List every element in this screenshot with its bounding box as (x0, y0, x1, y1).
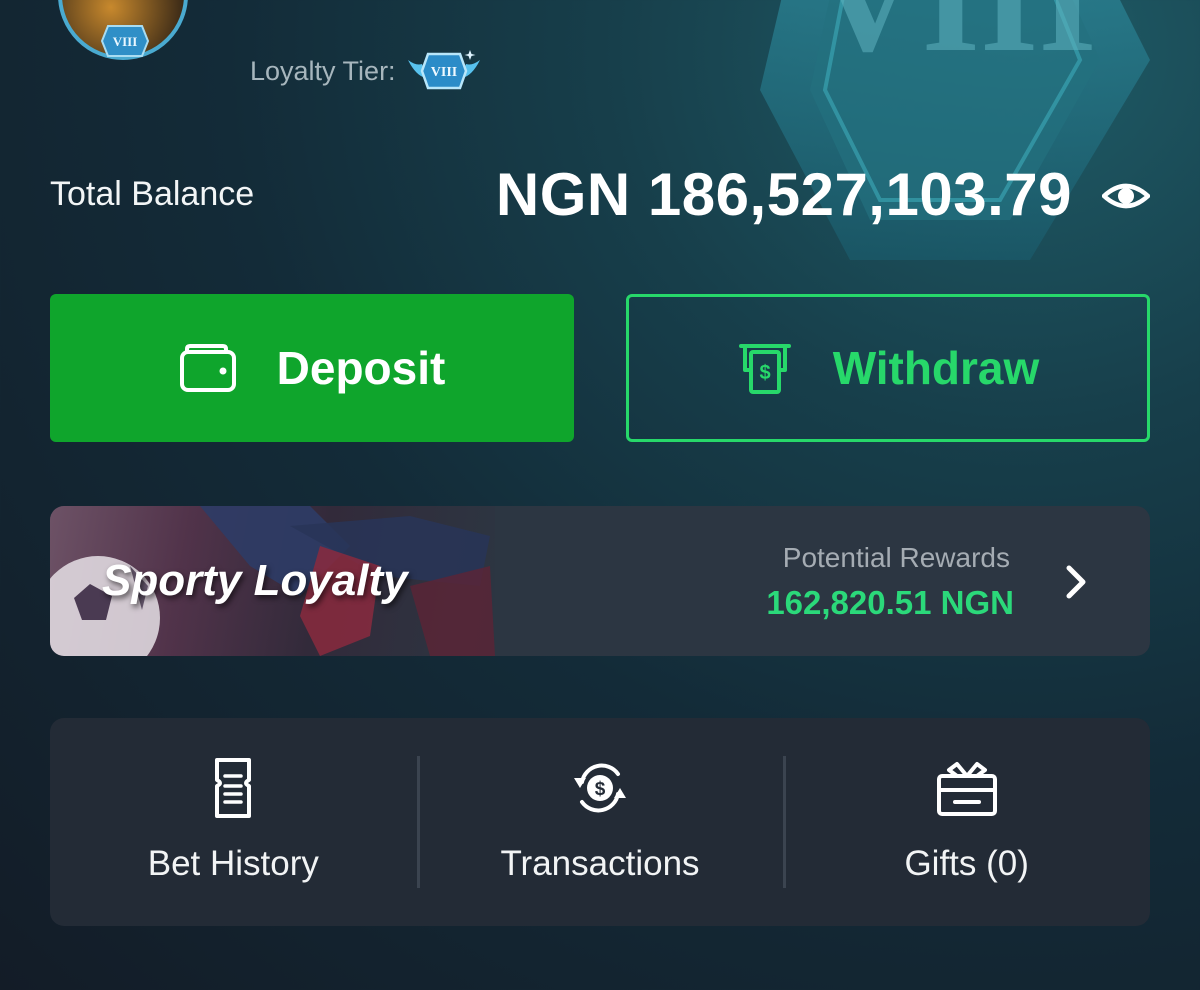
total-balance-label: Total Balance (50, 175, 255, 213)
loyalty-tier-row: Loyalty Tier: VIII (250, 48, 482, 94)
account-shortcuts-panel: Bet History $ Transactions Gifts (0) (50, 718, 1150, 926)
avatar-tier-badge: VIII (100, 25, 150, 57)
svg-text:$: $ (595, 779, 606, 800)
withdraw-button[interactable]: $ Withdraw (626, 294, 1150, 442)
receipt-icon (215, 758, 252, 818)
transactions-label: Transactions (500, 844, 700, 883)
eye-icon[interactable] (1102, 176, 1150, 216)
withdraw-label: Withdraw (832, 342, 1040, 394)
bet-history-shortcut[interactable]: Bet History (50, 718, 417, 926)
bet-history-label: Bet History (147, 844, 319, 883)
cash-withdraw-icon: $ (738, 344, 791, 394)
background-badge-numeral: VIII (813, 0, 1096, 83)
background-tier-badge-decoration: VIII (760, 0, 1150, 260)
dollar-exchange-icon: $ (574, 763, 626, 813)
gift-icon (936, 762, 997, 816)
sporty-loyalty-title: Sporty Loyalty (102, 556, 408, 605)
avatar-badge-text: VIII (113, 34, 138, 49)
loyalty-tier-label: Loyalty Tier: (250, 55, 396, 86)
gifts-shortcut[interactable]: Gifts (0) (783, 718, 1150, 926)
transactions-shortcut[interactable]: $ Transactions (416, 718, 784, 926)
loyalty-tier-badge-icon: VIII (407, 50, 480, 90)
wallet-icon (179, 344, 236, 392)
total-balance-amount: NGN 186,527,103.79 (495, 161, 1072, 228)
gifts-label: Gifts (0) (904, 844, 1029, 883)
deposit-label: Deposit (276, 342, 446, 394)
svg-text:$: $ (759, 362, 770, 384)
tier-badge-text: VIII (430, 65, 456, 80)
potential-rewards-label: Potential Rewards (782, 542, 1010, 573)
sporty-loyalty-card[interactable]: Sporty Loyalty Potential Rewards 162,820… (50, 506, 1150, 656)
potential-rewards-value: 162,820.51 NGN (766, 584, 1014, 621)
deposit-button[interactable]: Deposit (50, 294, 574, 442)
chevron-right-icon[interactable] (1064, 564, 1088, 600)
